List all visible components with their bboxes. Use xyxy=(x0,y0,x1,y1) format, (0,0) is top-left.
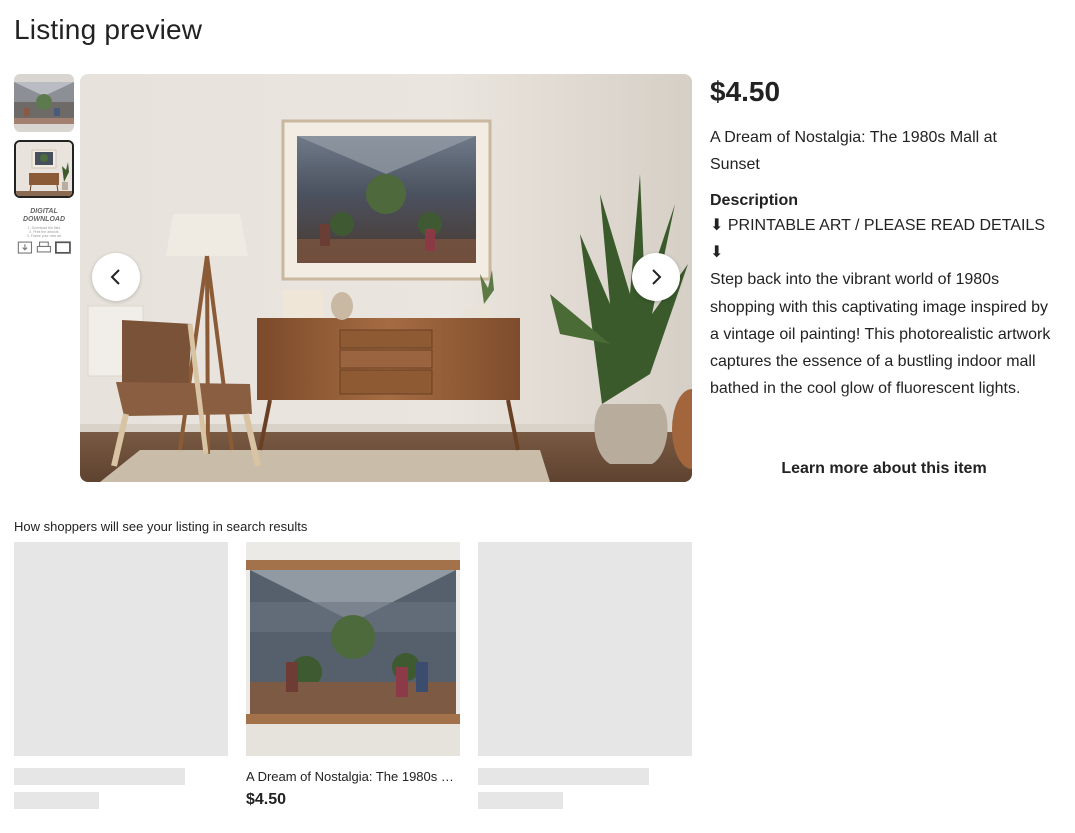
thumbnail-strip: DIGITAL DOWNLOAD 1. Download the files 2… xyxy=(14,74,74,272)
description-heading: Description xyxy=(710,192,799,209)
printer-icon xyxy=(36,241,52,253)
description-fade xyxy=(710,389,1060,429)
placeholder-image xyxy=(14,542,228,756)
placeholder-title-bar xyxy=(478,768,649,785)
placeholder-image xyxy=(478,542,692,756)
placeholder-card xyxy=(478,542,692,809)
description-line: Step back into the vibrant world of 1980… xyxy=(710,271,1051,397)
chevron-left-icon xyxy=(110,269,120,285)
mall-artwork-image xyxy=(246,542,460,756)
search-card-image xyxy=(246,542,460,756)
placeholder-title-bar xyxy=(14,768,185,785)
thumbnail-digital-download[interactable]: DIGITAL DOWNLOAD 1. Download the files 2… xyxy=(14,206,74,264)
previous-image-button[interactable] xyxy=(92,253,140,301)
digital-download-title: DIGITAL DOWNLOAD xyxy=(23,208,65,223)
placeholder-price-bar xyxy=(478,792,563,809)
chevron-right-icon xyxy=(652,269,662,285)
search-card-price: $4.50 xyxy=(246,791,287,808)
main-listing-image xyxy=(80,74,692,482)
digital-download-steps: 1. Download the files 2. Print the artwo… xyxy=(26,226,62,238)
description-body: ⬇ PRINTABLE ART / PLEASE READ DETAILS ⬇ … xyxy=(710,212,1060,429)
next-image-button[interactable] xyxy=(632,253,680,301)
listing-details: $4.50 A Dream of Nostalgia: The 1980s Ma… xyxy=(710,74,1060,429)
learn-more-button[interactable]: Learn more about this item xyxy=(710,460,1058,478)
listing-price: $4.50 xyxy=(710,76,781,107)
placeholder-card xyxy=(14,542,228,809)
thumbnail-mall-interior[interactable] xyxy=(14,74,74,132)
search-preview-label: How shoppers will see your listing in se… xyxy=(14,519,308,534)
digital-download-icons xyxy=(17,241,71,254)
placeholder-price-bar xyxy=(14,792,99,809)
download-icon xyxy=(18,241,33,254)
listing-title: A Dream of Nostalgia: The 1980s Mall at … xyxy=(710,129,997,173)
frame-icon xyxy=(54,241,71,254)
listing-search-card[interactable]: A Dream of Nostalgia: The 1980s Mall at … xyxy=(246,542,460,809)
thumbnail-living-room-mockup[interactable] xyxy=(14,140,74,198)
search-card-title[interactable]: A Dream of Nostalgia: The 1980s Mall at … xyxy=(246,769,460,784)
page-title: Listing preview xyxy=(14,14,203,45)
living-room-mockup-image xyxy=(80,74,692,482)
description-line: ⬇ PRINTABLE ART / PLEASE READ DETAILS ⬇ xyxy=(710,217,1050,262)
